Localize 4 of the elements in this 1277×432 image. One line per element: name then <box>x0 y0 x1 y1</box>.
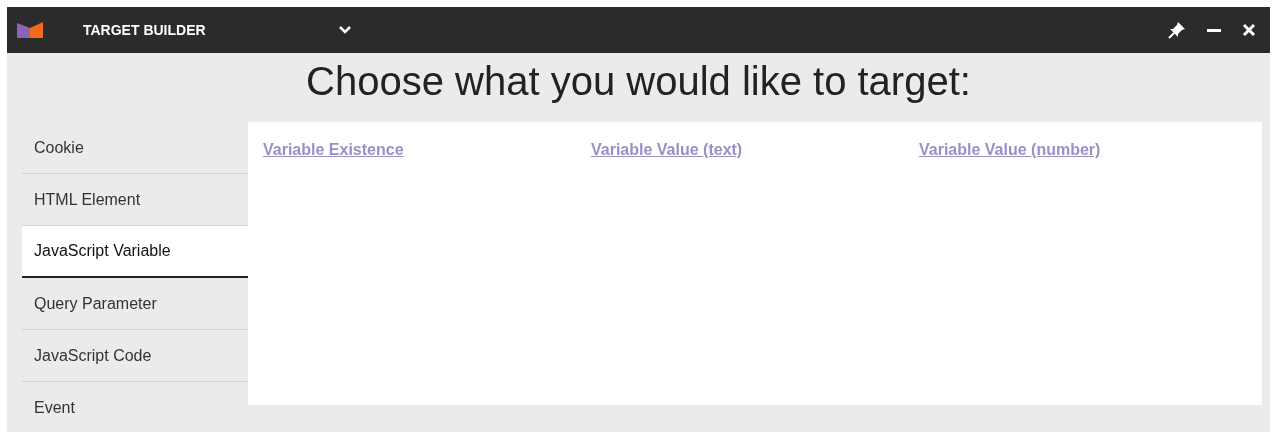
window-title: TARGET BUILDER <box>83 20 207 40</box>
sidebar-item[interactable]: JavaScript Variable <box>22 226 248 278</box>
page-heading: Choose what you would like to target: <box>306 59 971 103</box>
logo-icon <box>17 22 43 38</box>
